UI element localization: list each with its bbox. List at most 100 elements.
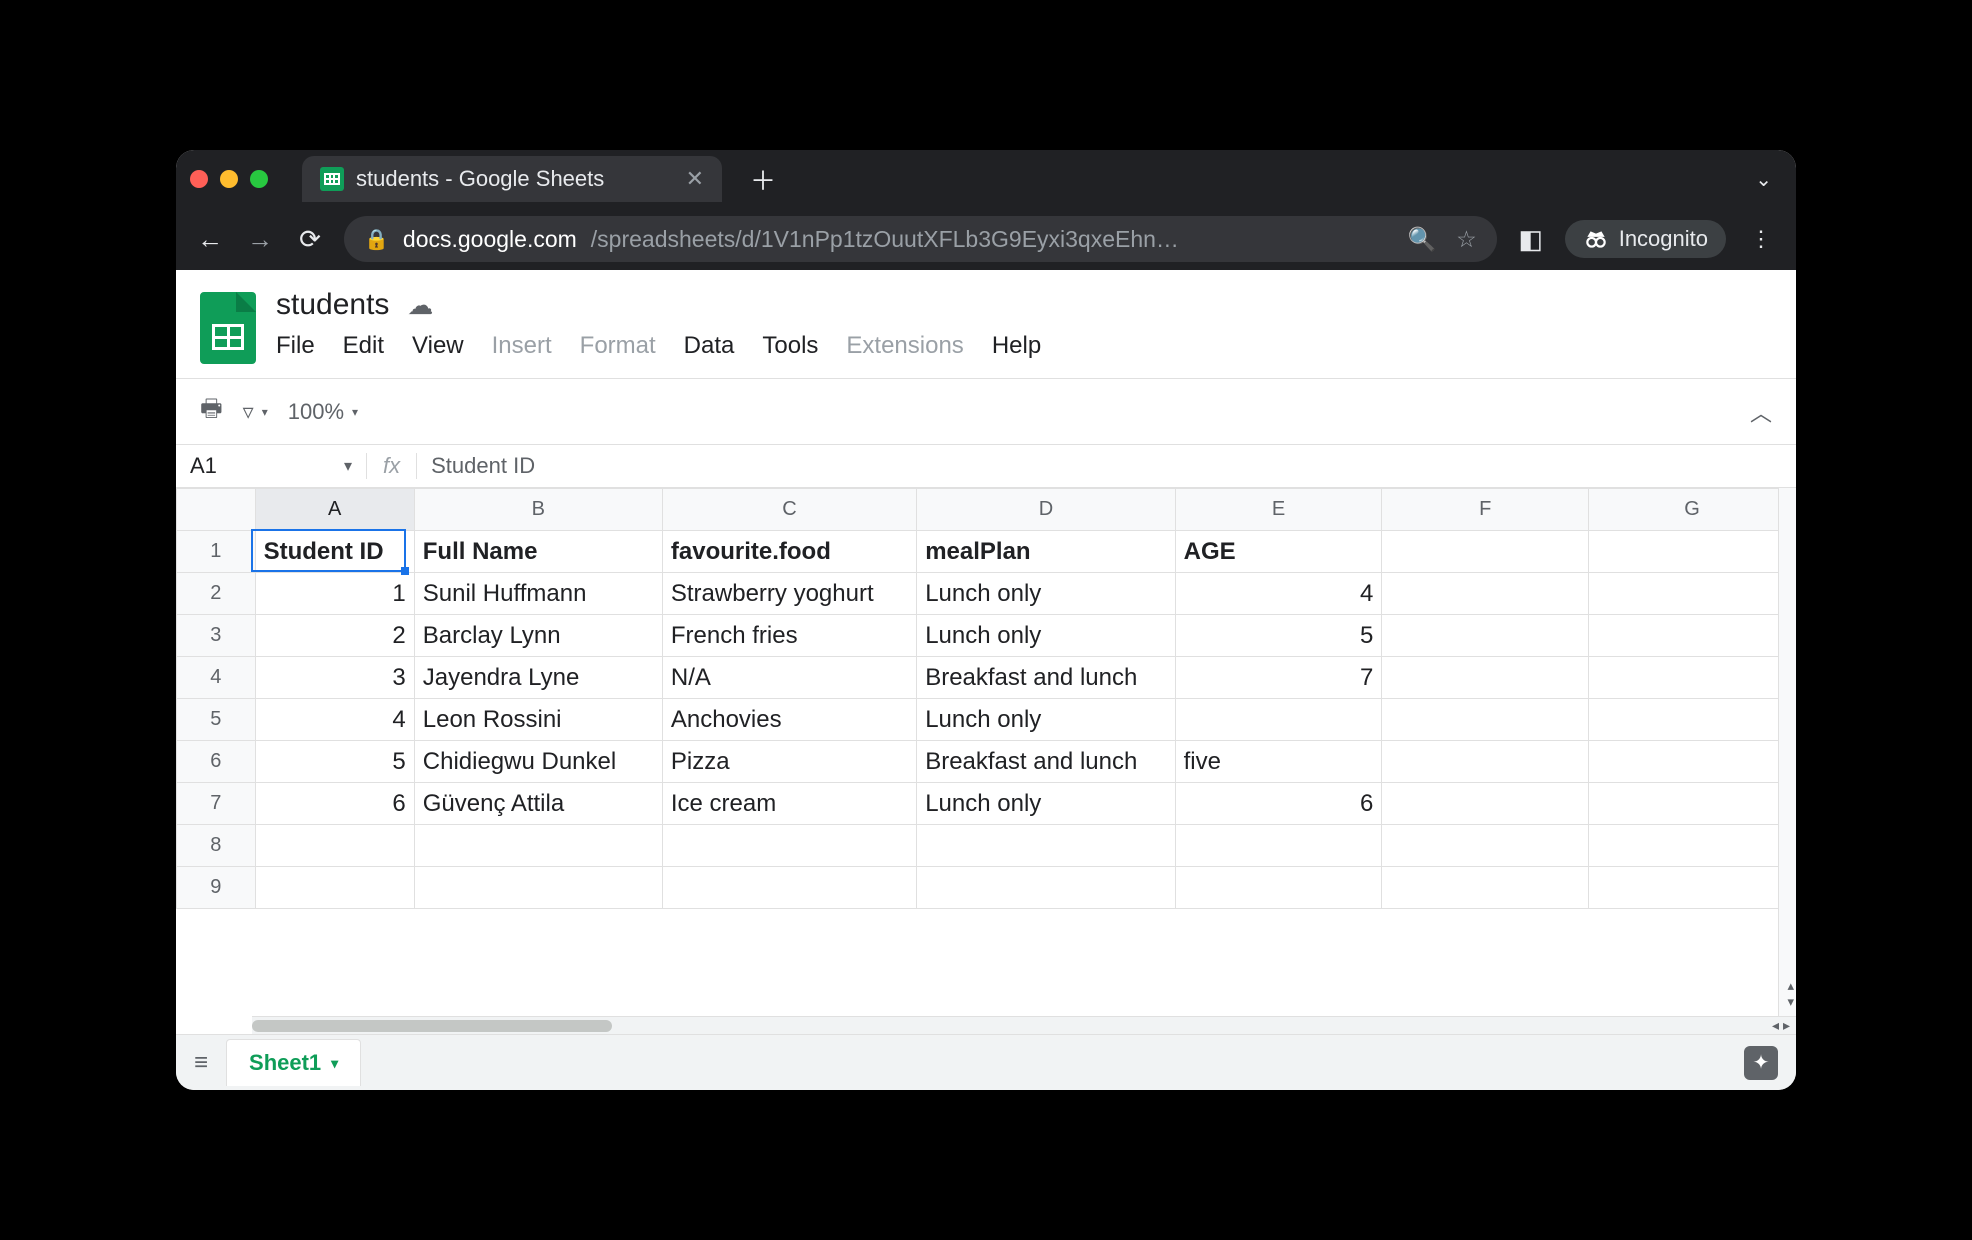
cell[interactable]: 4 <box>255 699 414 741</box>
tabs-dropdown-button[interactable]: ⌄ <box>1755 167 1782 192</box>
cell[interactable]: Breakfast and lunch <box>917 657 1175 699</box>
cell[interactable] <box>1589 825 1796 867</box>
cell[interactable] <box>1589 573 1796 615</box>
cell[interactable]: 2 <box>255 615 414 657</box>
cell[interactable]: Student ID <box>255 531 414 573</box>
fullscreen-window-button[interactable] <box>250 170 268 188</box>
zoom-indicator-icon[interactable]: 🔍 <box>1407 226 1436 253</box>
menu-view[interactable]: View <box>412 332 464 360</box>
bookmark-button[interactable]: ☆ <box>1456 226 1477 253</box>
cell[interactable]: Lunch only <box>917 783 1175 825</box>
cell[interactable] <box>1589 741 1796 783</box>
back-button[interactable]: ← <box>194 224 226 255</box>
cell[interactable]: 4 <box>1175 573 1382 615</box>
row-header[interactable]: 7 <box>177 783 256 825</box>
filter-views-button[interactable]: ▿ ▾ <box>243 399 268 425</box>
cell[interactable] <box>917 825 1175 867</box>
cell[interactable]: Lunch only <box>917 699 1175 741</box>
cell[interactable]: French fries <box>662 615 916 657</box>
cloud-saved-icon[interactable]: ☁ <box>407 290 433 321</box>
new-tab-button[interactable]: ＋ <box>736 161 790 198</box>
formula-bar[interactable]: Student ID <box>416 453 1796 479</box>
row-header[interactable]: 3 <box>177 615 256 657</box>
cell[interactable]: Anchovies <box>662 699 916 741</box>
side-panel-button[interactable]: ◧ <box>1515 224 1547 255</box>
column-header-D[interactable]: D <box>917 489 1175 531</box>
cell[interactable]: 5 <box>255 741 414 783</box>
cell[interactable] <box>1589 657 1796 699</box>
cell[interactable]: N/A <box>662 657 916 699</box>
menu-tools[interactable]: Tools <box>762 332 818 360</box>
cell[interactable]: favourite.food <box>662 531 916 573</box>
menu-help[interactable]: Help <box>992 332 1041 360</box>
cell[interactable] <box>917 867 1175 909</box>
cell[interactable]: 1 <box>255 573 414 615</box>
cell[interactable]: AGE <box>1175 531 1382 573</box>
cell[interactable]: Strawberry yoghurt <box>662 573 916 615</box>
column-header-C[interactable]: C <box>662 489 916 531</box>
column-header-A[interactable]: A <box>255 489 414 531</box>
scrollbar-thumb[interactable] <box>252 1020 612 1032</box>
cell[interactable] <box>1382 615 1589 657</box>
column-header-E[interactable]: E <box>1175 489 1382 531</box>
explore-button[interactable]: ✦ <box>1744 1046 1778 1080</box>
sheets-logo-icon[interactable] <box>200 292 256 364</box>
collapse-toolbar-button[interactable]: ︿ <box>1750 396 1772 428</box>
cell[interactable] <box>1382 783 1589 825</box>
incognito-badge[interactable]: Incognito <box>1565 220 1726 258</box>
column-header-F[interactable]: F <box>1382 489 1589 531</box>
forward-button[interactable]: → <box>244 224 276 255</box>
menu-file[interactable]: File <box>276 332 315 360</box>
row-header[interactable]: 9 <box>177 867 256 909</box>
cell[interactable]: Chidiegwu Dunkel <box>414 741 662 783</box>
cell[interactable] <box>1382 657 1589 699</box>
cell[interactable]: 3 <box>255 657 414 699</box>
cell[interactable] <box>1382 867 1589 909</box>
reload-button[interactable]: ⟳ <box>294 224 326 255</box>
menu-extensions[interactable]: Extensions <box>846 332 963 360</box>
cell[interactable] <box>1382 741 1589 783</box>
cell[interactable]: Lunch only <box>917 615 1175 657</box>
cell[interactable] <box>414 867 662 909</box>
menu-insert[interactable]: Insert <box>492 332 552 360</box>
cell[interactable]: Sunil Huffmann <box>414 573 662 615</box>
spreadsheet-grid[interactable]: ABCDEFG 1Student IDFull Namefavourite.fo… <box>176 488 1796 909</box>
cell[interactable]: Ice cream <box>662 783 916 825</box>
cell[interactable]: 5 <box>1175 615 1382 657</box>
close-window-button[interactable] <box>190 170 208 188</box>
cell[interactable]: 6 <box>255 783 414 825</box>
column-header-G[interactable]: G <box>1589 489 1796 531</box>
sheet-tab[interactable]: Sheet1 ▾ <box>226 1039 361 1086</box>
cell[interactable]: mealPlan <box>917 531 1175 573</box>
cell[interactable] <box>414 825 662 867</box>
row-header[interactable]: 4 <box>177 657 256 699</box>
cell[interactable] <box>255 825 414 867</box>
cell[interactable] <box>1175 825 1382 867</box>
row-header[interactable]: 2 <box>177 573 256 615</box>
cell[interactable] <box>1382 573 1589 615</box>
horizontal-scrollbar[interactable]: ◂▸ <box>252 1016 1796 1034</box>
vertical-scrollbar[interactable]: ▴ ▾ <box>1778 488 1796 1016</box>
cell[interactable]: Leon Rossini <box>414 699 662 741</box>
cell[interactable] <box>662 825 916 867</box>
row-header[interactable]: 5 <box>177 699 256 741</box>
close-tab-button[interactable]: ✕ <box>686 166 704 192</box>
menu-edit[interactable]: Edit <box>343 332 384 360</box>
cell[interactable]: Pizza <box>662 741 916 783</box>
menu-data[interactable]: Data <box>684 332 735 360</box>
cell[interactable] <box>1589 783 1796 825</box>
row-header[interactable]: 6 <box>177 741 256 783</box>
column-header-B[interactable]: B <box>414 489 662 531</box>
row-header[interactable]: 1 <box>177 531 256 573</box>
cell[interactable] <box>1382 531 1589 573</box>
row-header[interactable]: 8 <box>177 825 256 867</box>
menu-format[interactable]: Format <box>580 332 656 360</box>
print-button[interactable]: 🖶 <box>200 391 223 432</box>
cell[interactable] <box>255 867 414 909</box>
cell[interactable] <box>662 867 916 909</box>
cell[interactable] <box>1175 867 1382 909</box>
cell[interactable] <box>1382 699 1589 741</box>
cell[interactable]: 6 <box>1175 783 1382 825</box>
browser-menu-button[interactable]: ⋮ <box>1744 226 1778 252</box>
select-all-cell[interactable] <box>177 489 256 531</box>
